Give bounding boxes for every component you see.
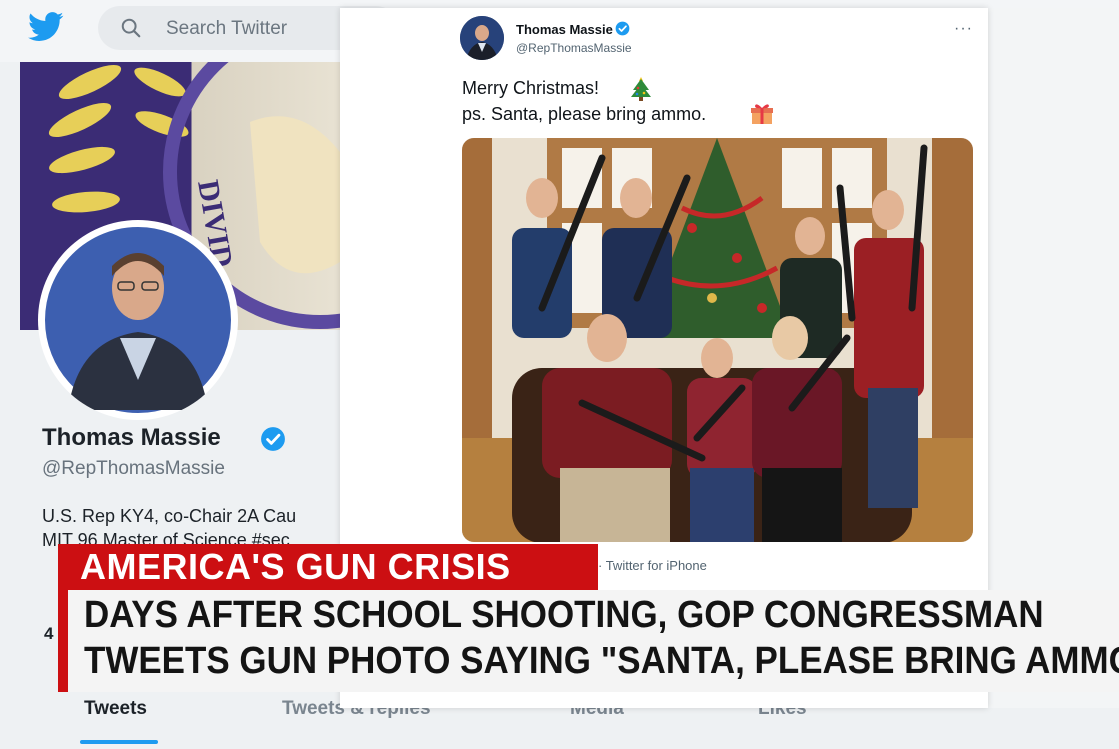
- tweet-author-handle[interactable]: @RepThomasMassie: [516, 41, 632, 55]
- family-christmas-photo: [462, 138, 973, 542]
- profile-bio: U.S. Rep KY4, co-Chair 2A Cau: [42, 506, 297, 526]
- chyron-label: AMERICA'S GUN CRISIS: [80, 546, 511, 587]
- verified-badge-icon: [615, 21, 630, 36]
- profile-handle: @RepThomasMassie: [42, 458, 225, 479]
- tweet-avatar[interactable]: [460, 16, 504, 60]
- search-icon: [121, 18, 141, 38]
- profile-avatar[interactable]: [38, 220, 238, 420]
- chyron-accent-bar: [58, 590, 68, 692]
- tweet-photo[interactable]: [462, 138, 973, 542]
- tweet-author-name[interactable]: Thomas Massie: [516, 22, 613, 37]
- profile-avatar-image: [39, 221, 237, 419]
- tab-tweets[interactable]: Tweets: [84, 698, 147, 720]
- partial-counter: 4: [44, 624, 54, 643]
- chyron-headline-line2: TWEETS GUN PHOTO SAYING "SANTA, PLEASE B…: [84, 640, 1119, 682]
- tweet-text-line2: ps. Santa, please bring ammo.: [462, 104, 707, 124]
- search-placeholder: Search Twitter: [166, 18, 288, 39]
- chyron-headline-line1: DAYS AFTER SCHOOL SHOOTING, GOP CONGRESS…: [84, 594, 1044, 636]
- christmas-tree-emoji: [631, 77, 651, 101]
- verified-badge-icon: [261, 427, 285, 451]
- tweet-text-line1: Merry Christmas!: [462, 78, 600, 98]
- more-options-icon[interactable]: ···: [954, 20, 973, 38]
- twitter-bird-icon[interactable]: [28, 12, 64, 42]
- gift-emoji: [751, 104, 773, 124]
- active-tab-indicator: [80, 740, 158, 744]
- profile-name: Thomas Massie: [42, 424, 221, 451]
- tweet-source[interactable]: · Twitter for iPhone: [598, 558, 707, 573]
- tweet-avatar-image: [460, 16, 504, 60]
